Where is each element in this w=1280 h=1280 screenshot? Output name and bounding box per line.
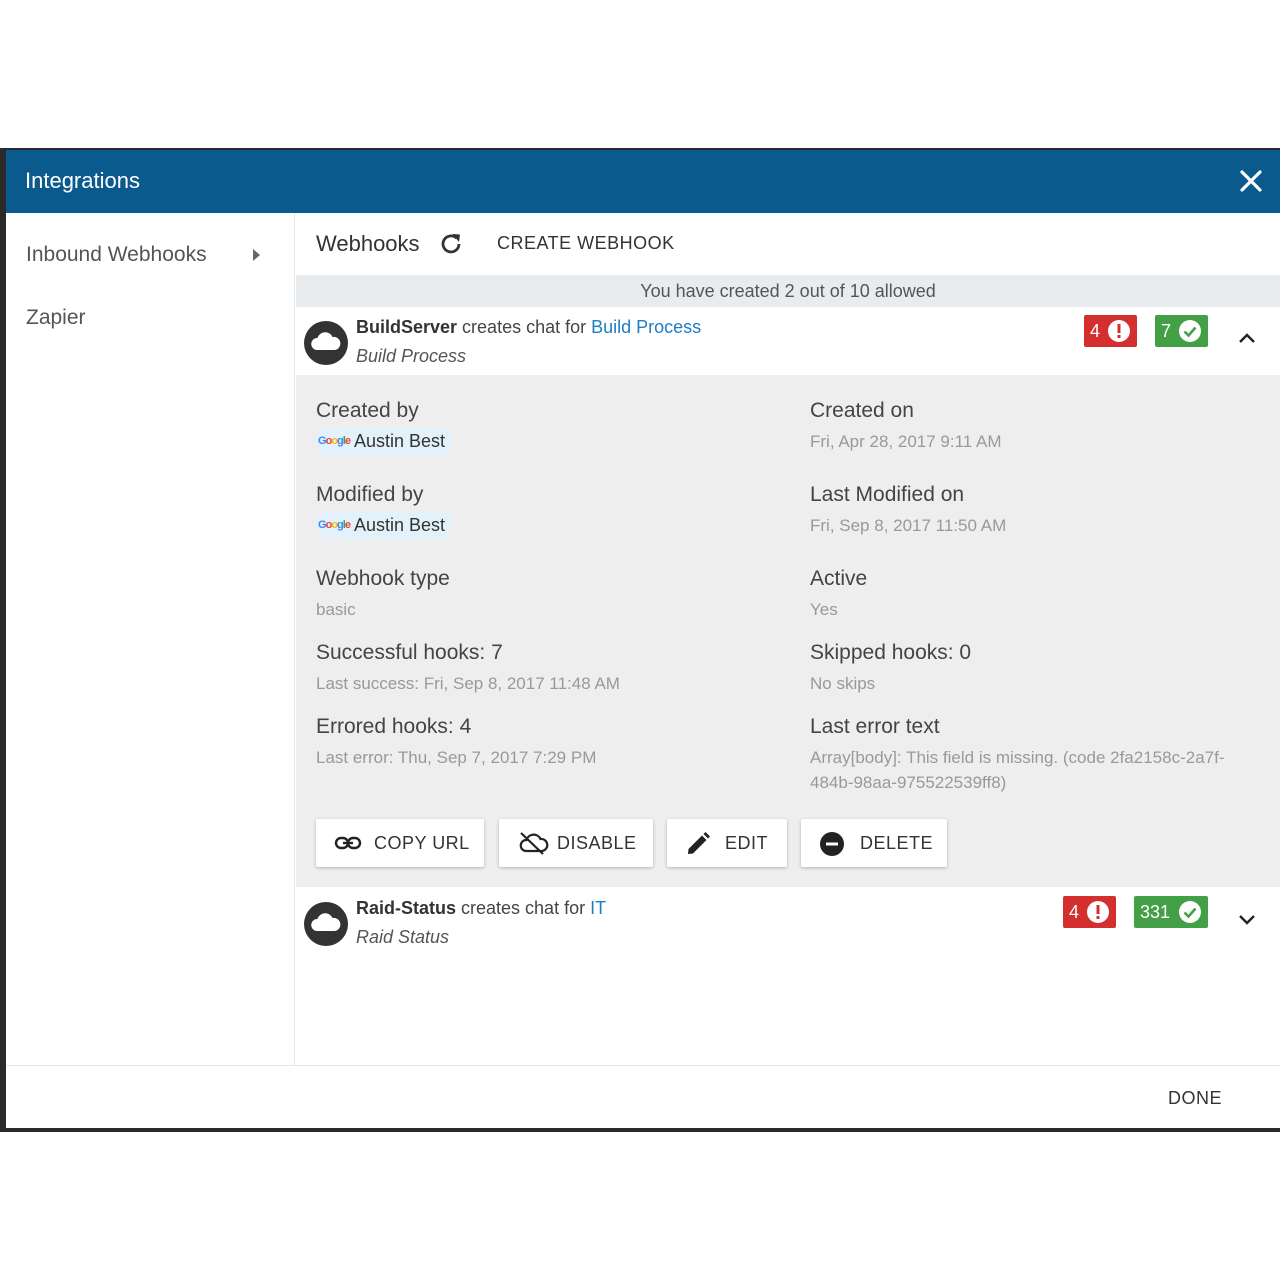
caret-right-icon xyxy=(253,249,260,261)
successful-hooks-label: Successful hooks: 7 xyxy=(316,641,503,664)
error-count-badge: 4 xyxy=(1063,896,1116,928)
modified-by-label: Modified by xyxy=(316,483,424,506)
active-status: Active Yes xyxy=(810,567,867,622)
created-by: Created by Google Austin Best xyxy=(316,399,453,455)
created-on-label: Created on xyxy=(810,399,914,422)
check-circle-icon xyxy=(1179,320,1201,342)
pencil-icon xyxy=(688,832,710,854)
success-count-badge: 7 xyxy=(1155,315,1208,347)
webhook-target-link[interactable]: Build Process xyxy=(591,317,701,337)
user-chip[interactable]: Google Austin Best xyxy=(316,511,453,539)
active-label: Active xyxy=(810,567,868,590)
success-count-badge: 331 xyxy=(1134,896,1208,928)
last-error-text-label: Last error text xyxy=(810,715,940,738)
chevron-up-icon xyxy=(1239,333,1255,343)
dialog-header: Integrations xyxy=(6,150,1280,213)
dialog-footer: DONE xyxy=(6,1065,1280,1128)
last-success-value: Last success: Fri, Sep 8, 2017 11:48 AM xyxy=(316,674,620,693)
last-error-text: Last error text Array[body]: This field … xyxy=(810,715,1250,795)
sidebar: Inbound Webhooks Zapier xyxy=(6,213,295,1065)
google-logo-icon: Google xyxy=(318,519,351,531)
error-count: 4 xyxy=(1069,902,1080,922)
webhook-type-label: Webhook type xyxy=(316,567,450,590)
webhook-source: Raid-Status xyxy=(356,898,457,918)
skipped-hooks: Skipped hooks: 0 No skips xyxy=(810,641,971,696)
success-count: 331 xyxy=(1140,902,1171,922)
webhook-row-buildserver[interactable]: BuildServer creates chat for Build Proce… xyxy=(296,307,1280,375)
active-value: Yes xyxy=(810,600,838,619)
done-button[interactable]: DONE xyxy=(1168,1088,1222,1109)
refresh-button[interactable] xyxy=(438,231,464,257)
created-by-label: Created by xyxy=(316,399,419,422)
cloud-avatar-icon xyxy=(304,902,348,946)
webhook-row-raid-status[interactable]: Raid-Status creates chat for IT Raid Sta… xyxy=(296,888,1280,956)
sidebar-item-label: Zapier xyxy=(26,306,86,329)
quota-notice: You have created 2 out of 10 allowed xyxy=(296,275,1280,307)
last-error-value: Last error: Thu, Sep 7, 2017 7:29 PM xyxy=(316,748,597,767)
created-on-value: Fri, Apr 28, 2017 9:11 AM xyxy=(810,432,1002,451)
webhook-type-value: basic xyxy=(316,600,356,619)
google-logo-icon: Google xyxy=(318,435,351,447)
chevron-down-icon xyxy=(1239,915,1255,925)
last-modified-label: Last Modified on xyxy=(810,483,965,506)
cloud-off-icon xyxy=(519,832,549,855)
webhooks-panel: Webhooks CREATE WEBHOOK You have created… xyxy=(296,213,1280,1065)
minus-circle-icon xyxy=(820,832,844,856)
errored-hooks-label: Errored hooks: 4 xyxy=(316,715,472,738)
dialog-title: Integrations xyxy=(25,168,140,193)
cloud-avatar-icon xyxy=(304,321,348,365)
skipped-hooks-value: No skips xyxy=(810,674,876,693)
disable-button[interactable]: DISABLE xyxy=(499,819,653,867)
edit-label: EDIT xyxy=(725,833,769,853)
delete-label: DELETE xyxy=(860,833,934,853)
webhook-summary: Raid-Status creates chat for IT xyxy=(356,898,606,919)
close-button[interactable] xyxy=(1236,166,1266,196)
alert-icon xyxy=(1087,901,1109,923)
delete-button[interactable]: DELETE xyxy=(801,819,947,867)
webhook-summary: BuildServer creates chat for Build Proce… xyxy=(356,317,701,338)
copy-url-label: COPY URL xyxy=(374,833,470,853)
last-modified-value: Fri, Sep 8, 2017 11:50 AM xyxy=(810,516,1007,535)
errored-hooks: Errored hooks: 4 Last error: Thu, Sep 7,… xyxy=(316,715,596,770)
sidebar-item-zapier[interactable]: Zapier xyxy=(26,306,86,330)
alert-icon xyxy=(1108,320,1130,342)
collapse-button[interactable] xyxy=(1238,331,1256,349)
edit-button[interactable]: EDIT xyxy=(667,819,787,867)
user-name: Austin Best xyxy=(353,430,445,451)
webhook-name: Build Process xyxy=(356,346,467,366)
modified-by: Modified by Google Austin Best xyxy=(316,483,453,539)
success-count: 7 xyxy=(1161,321,1172,341)
created-on: Created on Fri, Apr 28, 2017 9:11 AM xyxy=(810,399,1002,454)
skipped-hooks-label: Skipped hooks: 0 xyxy=(810,641,972,664)
successful-hooks: Successful hooks: 7 Last success: Fri, S… xyxy=(316,641,620,696)
last-error-text-value: Array[body]: This field is missing. (cod… xyxy=(810,748,1225,792)
check-circle-icon xyxy=(1179,901,1201,923)
webhook-name: Raid Status xyxy=(356,927,450,947)
disable-label: DISABLE xyxy=(557,833,637,853)
link-icon xyxy=(334,836,362,850)
refresh-icon xyxy=(441,234,461,254)
copy-url-button[interactable]: COPY URL xyxy=(316,819,484,867)
expand-button[interactable] xyxy=(1238,912,1256,930)
error-count-badge: 4 xyxy=(1084,315,1137,347)
create-webhook-button[interactable]: CREATE WEBHOOK xyxy=(497,233,675,254)
close-icon xyxy=(1240,170,1262,192)
error-count: 4 xyxy=(1090,321,1101,341)
webhook-target-link[interactable]: IT xyxy=(590,898,606,918)
panel-title: Webhooks xyxy=(316,231,420,256)
sidebar-item-label: Inbound Webhooks xyxy=(26,243,207,266)
webhook-type: Webhook type basic xyxy=(316,567,450,622)
user-chip[interactable]: Google Austin Best xyxy=(316,427,453,455)
webhook-source: BuildServer xyxy=(356,317,458,337)
integrations-dialog: Integrations Inbound Webhooks Zapier Web… xyxy=(6,150,1280,1128)
webhook-verb: creates chat for xyxy=(457,317,592,337)
user-name: Austin Best xyxy=(353,514,445,535)
sidebar-item-inbound-webhooks[interactable]: Inbound Webhooks xyxy=(26,243,207,267)
webhook-details: Created by Google Austin Best Created on… xyxy=(296,375,1280,887)
webhook-verb: creates chat for xyxy=(456,898,591,918)
last-modified-on: Last Modified on Fri, Sep 8, 2017 11:50 … xyxy=(810,483,1006,538)
